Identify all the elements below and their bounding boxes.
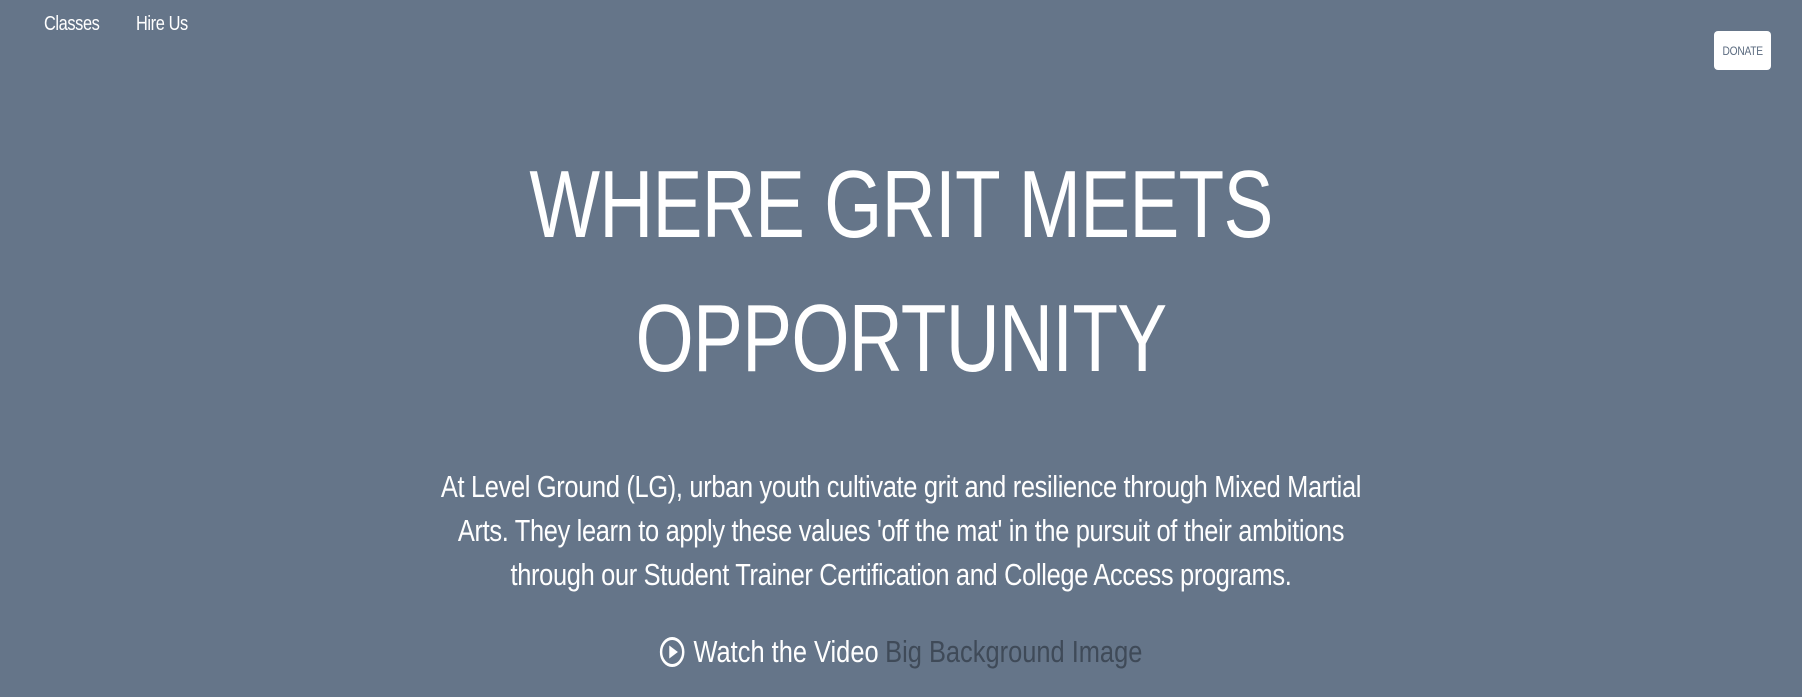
- top-nav: Classes Hire Us: [44, 10, 199, 38]
- donate-button[interactable]: DONATE: [1714, 31, 1771, 70]
- hero-intro-text: At Level Ground (LG), urban youth cultiv…: [440, 469, 1362, 592]
- watch-video-label: Watch the Video: [693, 634, 879, 669]
- watch-video-link[interactable]: Watch the Video: [659, 630, 879, 674]
- video-row: Watch the Video Big Background Image: [0, 630, 1802, 680]
- headline-line-2: OPPORTUNITY: [635, 285, 1168, 392]
- background-image-alt-text: Big Background Image: [885, 634, 1143, 669]
- hero-headline: WHERE GRIT MEETS OPPORTUNITY: [0, 138, 1802, 406]
- headline-line-1: WHERE GRIT MEETS: [529, 151, 1273, 258]
- nav-link-classes[interactable]: Classes: [44, 10, 100, 38]
- hero-section: Classes Hire Us DONATE WHERE GRIT MEETS …: [0, 0, 1802, 697]
- play-circle-icon: [659, 636, 685, 668]
- donate-button-label: DONATE: [1722, 43, 1763, 58]
- nav-link-hire-us[interactable]: Hire Us: [136, 10, 188, 38]
